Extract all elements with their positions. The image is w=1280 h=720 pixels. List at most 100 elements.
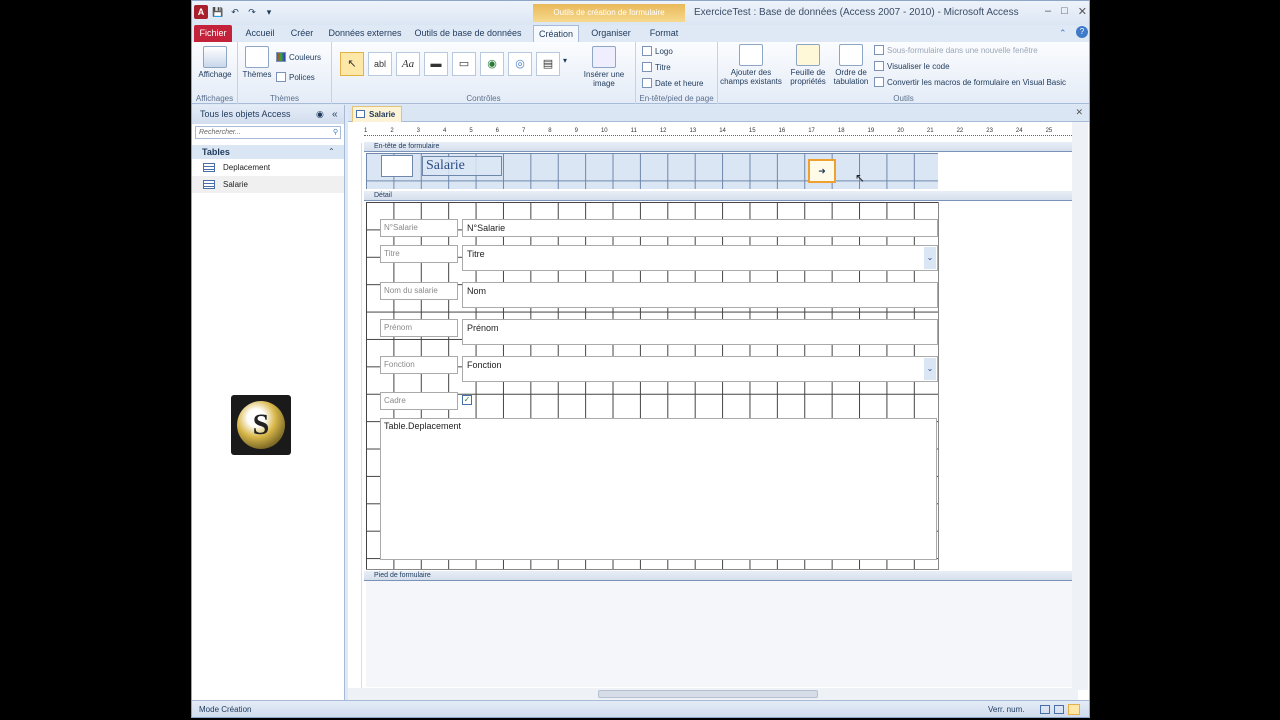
more-controls-icon[interactable]: ▾ [563,56,567,65]
field-titre[interactable]: Titre ⌄ [462,245,938,271]
customize-qat-icon[interactable]: ▾ [262,5,276,19]
tab-outils-bdd[interactable]: Outils de base de données [414,25,522,42]
collapse-nav-icon[interactable]: « [332,105,338,124]
tab-fichier[interactable]: Fichier [194,25,232,42]
ruler-tick-label: 5 [469,127,473,134]
nav-group-tables[interactable]: Tables ⌃ [192,145,344,159]
field-nsalarie[interactable]: N°Salarie [462,219,938,237]
field-nom[interactable]: Nom [462,282,938,308]
form-title-label[interactable]: Salarie [422,156,502,176]
scroll-thumb[interactable] [598,690,818,698]
couleurs-button[interactable]: Couleurs [276,52,321,62]
undo-icon[interactable]: ↶ [228,5,242,19]
view-icon [203,46,227,68]
logo-emblem: S [237,401,285,449]
title-icon [642,62,652,72]
combo-arrow-icon[interactable]: ⌄ [924,247,936,269]
ruler-tick-label: 18 [837,127,845,134]
nav-item-salarie[interactable]: Salarie [192,176,344,193]
search-icon[interactable]: ⚲ [333,127,338,139]
hyperlink-control-icon[interactable]: ◉ [480,52,504,76]
form-icon [356,110,365,118]
form-footer-section[interactable] [366,581,1084,687]
button-control-icon[interactable]: ▬ [424,52,448,76]
access-app-icon[interactable]: A [194,5,208,19]
tab-format[interactable]: Format [644,25,684,42]
nav-pane-header[interactable]: Tous les objets Access ◉ « [192,105,344,124]
ruler-tick-label: 15 [748,127,756,134]
document-tabs: Salarie ✕ [348,105,1089,122]
tab-donnees-externes[interactable]: Données externes [328,25,402,42]
polices-button[interactable]: Polices [276,72,315,82]
tab-control-icon[interactable]: ▭ [452,52,476,76]
maximize-button[interactable]: □ [1061,5,1068,18]
layout-view-icon[interactable] [1054,705,1064,714]
status-mode: Mode Création [199,705,252,714]
tab-salarie-form[interactable]: Salarie [352,106,403,122]
ribbon: Affichage Affichages Thèmes Couleurs Pol… [192,42,1089,104]
subform-deplacement[interactable]: Table.Deplacement [380,418,937,560]
form-design-document: Salarie ✕ 1 2 3 4 5 6 7 8 9 10 11 12 13 14 15 16 17 18 19 2… [348,105,1089,700]
field-fonction[interactable]: Fonction ⌄ [462,356,938,382]
label-nom[interactable]: Nom du salarie [380,282,458,300]
tab-accueil[interactable]: Accueil [242,25,278,42]
subform-icon [874,45,884,55]
horizontal-scrollbar[interactable] [348,688,1078,700]
label-titre[interactable]: Titre [380,245,458,263]
convertir-macros-button[interactable]: Convertir les macros de formulaire en Vi… [874,77,1066,87]
form-logo-placeholder[interactable] [381,155,413,177]
label-prenom[interactable]: Prénom [380,319,458,337]
close-button[interactable]: ✕ [1078,5,1087,18]
group-controles: ↖ abl Aa ▬ ▭ ◉ ◎ ▤ ▾ Insérer une image C… [332,42,636,104]
themes-button[interactable]: Thèmes [241,46,273,79]
redo-icon[interactable]: ↷ [245,5,259,19]
collapse-group-icon[interactable]: ⌃ [328,145,335,159]
label-nsalarie[interactable]: N°Salarie [380,219,458,237]
design-view-icon[interactable] [1068,704,1080,715]
section-header-bar[interactable]: En-tête de formulaire [364,142,1084,152]
label-cadre[interactable]: Cadre [380,392,458,410]
form-view-icon[interactable] [1040,705,1050,714]
logo-icon [642,46,652,56]
navigation-control-icon[interactable]: ▤ [536,52,560,76]
feuille-proprietes-button[interactable]: Feuille de propriétés [786,44,830,86]
select-pointer-icon[interactable]: ↖ [340,52,364,76]
sous-formulaire-button[interactable]: Sous-formulaire dans une nouvelle fenêtr… [874,45,1038,55]
section-footer-bar[interactable]: Pied de formulaire [364,571,1084,581]
tab-creation[interactable]: Création [533,25,579,42]
selected-image-control[interactable]: ➜ [808,159,836,183]
nav-search-input[interactable]: Rechercher... ⚲ [195,126,341,139]
ajouter-champs-button[interactable]: Ajouter des champs existants [720,44,782,86]
ruler-tick-label: 25 [1045,127,1053,134]
form-detail-section[interactable]: N°Salarie N°Salarie Titre Titre ⌄ Nom du… [366,202,939,570]
navigation-pane: Tous les objets Access ◉ « Rechercher...… [192,105,345,700]
affichage-button[interactable]: Affichage [196,46,234,79]
date-heure-button[interactable]: Date et heure [642,78,703,88]
status-numlock: Verr. num. [988,705,1025,714]
checkbox-cadre[interactable]: ✓ [462,395,472,405]
visualiser-code-button[interactable]: Visualiser le code [874,61,950,71]
inserer-image-button[interactable]: Insérer une image [576,46,632,88]
section-detail-bar[interactable]: Détail [364,191,1084,201]
minimize-button[interactable]: – [1045,5,1051,18]
web-browser-control-icon[interactable]: ◎ [508,52,532,76]
form-header-section[interactable]: Salarie ➜ ↖ [366,153,938,189]
textbox-control-icon[interactable]: abl [368,52,392,76]
ordre-tabulation-button[interactable]: Ordre de tabulation [830,44,872,86]
combo-arrow-icon[interactable]: ⌄ [924,358,936,380]
logo-button[interactable]: Logo [642,46,673,56]
tab-creer[interactable]: Créer [287,25,317,42]
ruler-tick-label: 23 [986,127,993,134]
collapse-ribbon-icon[interactable]: ⌃ [1059,28,1067,39]
vertical-scrollbar[interactable] [1072,122,1088,690]
nav-dropdown-icon[interactable]: ◉ [316,105,324,124]
label-control-icon[interactable]: Aa [396,52,420,76]
save-icon[interactable]: 💾 [211,5,225,19]
field-prenom[interactable]: Prénom [462,319,938,345]
label-fonction[interactable]: Fonction [380,356,458,374]
titre-button[interactable]: Titre [642,62,671,72]
tab-organiser[interactable]: Organiser [588,25,634,42]
help-icon[interactable]: ? [1076,26,1088,38]
nav-item-deplacement[interactable]: Deplacement [192,159,344,176]
close-document-icon[interactable]: ✕ [1075,107,1083,118]
